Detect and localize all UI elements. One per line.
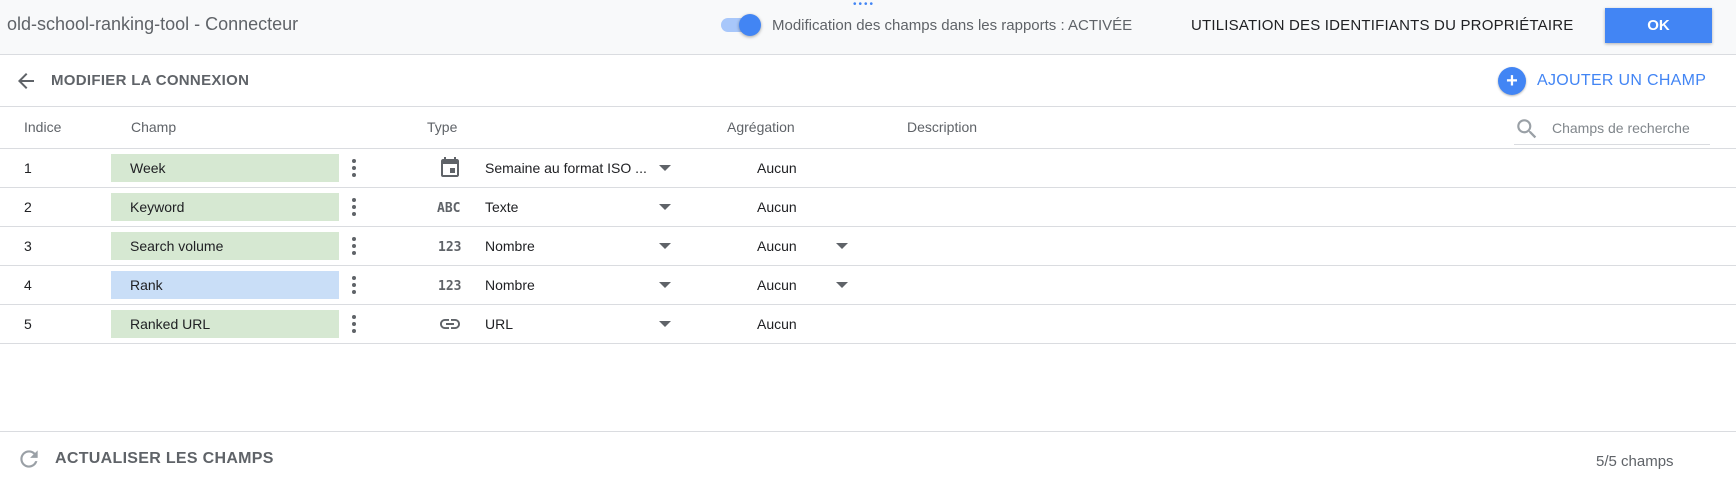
type-dropdown[interactable]: Texte [484,193,674,221]
field-index: 1 [24,160,32,176]
number-123-icon: 123 [437,273,463,297]
owner-credentials-button[interactable]: UTILISATION DES IDENTIFIANTS DU PROPRIÉT… [1191,17,1573,34]
field-index: 5 [24,316,32,332]
field-chip-dimension[interactable]: Search volume [111,232,339,260]
aggregation-dropdown[interactable]: Aucun [756,232,856,260]
field-chip-dimension[interactable]: Ranked URL [111,310,339,338]
field-index: 4 [24,277,32,293]
ok-button[interactable]: OK [1605,8,1712,43]
aggregation-label: Aucun [757,160,797,176]
field-search[interactable] [1514,113,1710,145]
type-value: Nombre [485,277,535,293]
toggle-knob [739,14,761,36]
drag-handle-icon[interactable]: •••• [853,0,875,10]
more-vert-icon[interactable] [346,234,362,258]
chevron-down-icon [836,243,848,249]
svg-text:ABC: ABC [437,201,460,216]
field-index: 2 [24,199,32,215]
calendar-icon [437,156,463,180]
refresh-icon [20,450,38,468]
type-dropdown[interactable]: Nombre [484,271,674,299]
column-header-type: Type [427,119,458,135]
chevron-down-icon [836,282,848,288]
table-row: 4 Rank 123 Nombre Aucun [0,266,1736,305]
aggregation-value: Aucun [756,154,856,182]
field-chip-metric[interactable]: Rank [111,271,339,299]
fields-table-body: 1 Week Semaine au format ISO ... Aucun 2… [0,149,1736,344]
type-dropdown[interactable]: Semaine au format ISO ... [484,154,674,182]
aggregation-label: Aucun [757,238,797,254]
svg-text:123: 123 [438,240,461,255]
type-value: URL [485,316,514,332]
type-value: Semaine au format ISO ... [485,160,647,176]
connection-header: MODIFIER LA CONNEXION + AJOUTER UN CHAMP [0,55,1736,107]
type-dropdown[interactable]: Nombre [484,232,674,260]
chevron-down-icon [659,321,671,327]
column-header-field: Champ [131,119,177,135]
type-value: Texte [485,199,519,215]
aggregation-label: Aucun [757,199,797,215]
fields-table-header: Indice Champ Type Agrégation Description [0,107,1736,149]
column-header-description: Description [907,119,978,135]
search-icon [1517,119,1537,139]
refresh-fields-button[interactable]: ACTUALISER LES CHAMPS [16,446,274,472]
search-input[interactable] [1552,117,1707,139]
fields-footer: ACTUALISER LES CHAMPS 5/5 champs [0,431,1736,484]
chevron-down-icon [659,165,671,171]
link-icon [437,312,463,336]
back-arrow-icon[interactable] [14,69,38,93]
add-field-button[interactable]: + AJOUTER UN CHAMP [1498,67,1706,95]
table-row: 5 Ranked URL URL Aucun [0,305,1736,344]
type-dropdown[interactable]: URL [484,310,674,338]
abc-text-icon: ABC [437,195,463,219]
aggregation-label: Aucun [757,277,797,293]
aggregation-label: Aucun [757,316,797,332]
chevron-down-icon [659,243,671,249]
aggregation-value: Aucun [756,310,856,338]
type-value: Nombre [485,238,535,254]
chevron-down-icon [659,282,671,288]
field-editing-toggle-label: Modification des champs dans les rapport… [772,17,1133,34]
more-vert-icon[interactable] [346,273,362,297]
field-chip-dimension[interactable]: Keyword [111,193,339,221]
svg-text:123: 123 [438,279,461,294]
table-row: 3 Search volume 123 Nombre Aucun [0,227,1736,266]
edit-connection-button[interactable]: MODIFIER LA CONNEXION [51,72,249,89]
column-header-aggregation: Agrégation [727,119,795,135]
aggregation-value: Aucun [756,193,856,221]
more-vert-icon[interactable] [346,195,362,219]
more-vert-icon[interactable] [346,156,362,180]
more-vert-icon[interactable] [346,312,362,336]
page-title: old-school-ranking-tool - Connecteur [7,14,299,34]
refresh-fields-label: ACTUALISER LES CHAMPS [55,450,274,467]
chevron-down-icon [659,204,671,210]
plus-icon: + [1498,67,1526,95]
field-editing-toggle[interactable] [719,13,763,37]
aggregation-dropdown[interactable]: Aucun [756,271,856,299]
column-header-index: Indice [24,119,62,135]
number-123-icon: 123 [437,234,463,258]
field-count: 5/5 champs [1596,453,1674,470]
top-bar: old-school-ranking-tool - Connecteur •••… [0,0,1736,55]
table-row: 2 Keyword ABC Texte Aucun [0,188,1736,227]
field-index: 3 [24,238,32,254]
field-chip-dimension[interactable]: Week [111,154,339,182]
add-field-label: AJOUTER UN CHAMP [1537,72,1707,89]
table-row: 1 Week Semaine au format ISO ... Aucun [0,149,1736,188]
